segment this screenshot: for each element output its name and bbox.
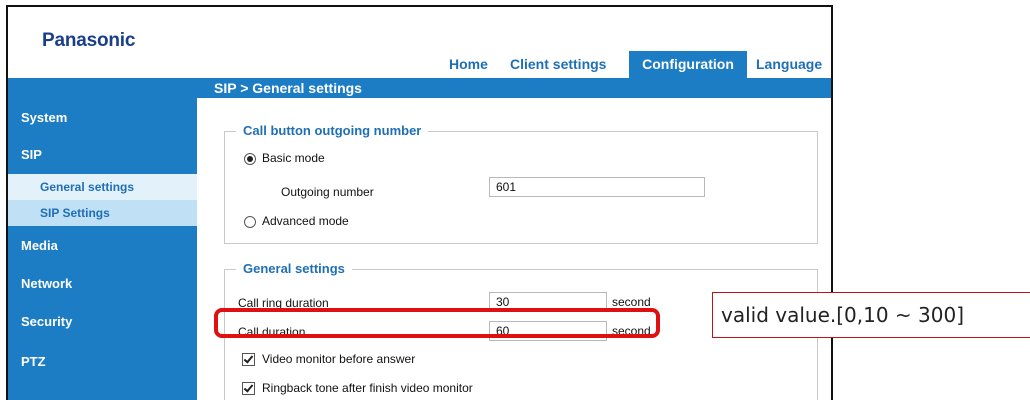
sidebar-item-label: Media xyxy=(21,238,58,253)
advanced-mode-radio[interactable] xyxy=(244,216,256,228)
outgoing-number-input[interactable] xyxy=(489,177,705,197)
video-monitor-label: Video monitor before answer xyxy=(262,352,416,366)
basic-mode-radio[interactable] xyxy=(244,153,256,165)
sidebar-item-system[interactable]: System xyxy=(8,98,197,136)
sidebar-subitem-label: SIP Settings xyxy=(40,206,110,220)
header-bar xyxy=(8,78,831,98)
nav-configuration[interactable]: Configuration xyxy=(629,51,747,78)
call-duration-highlight xyxy=(214,308,660,338)
group-legend: Call button outgoing number xyxy=(236,123,429,138)
sidebar-item-label: Network xyxy=(21,276,73,291)
page-title: SIP > General settings xyxy=(214,80,362,96)
sidebar-item-sip[interactable]: SIP xyxy=(8,136,197,172)
advanced-mode-label: Advanced mode xyxy=(262,214,349,228)
sidebar-item-security[interactable]: Security xyxy=(8,304,197,342)
sidebar-subitem-label: General settings xyxy=(40,180,135,194)
sidebar-item-label: Security xyxy=(21,314,73,329)
main-content: Call button outgoing number Basic mode O… xyxy=(197,98,831,400)
ringback-tone-label: Ringback tone after finish video monitor xyxy=(262,381,473,395)
call-ring-duration-unit: second xyxy=(612,295,651,309)
panasonic-logo: Panasonic xyxy=(42,30,136,51)
sidebar-item-media[interactable]: Media xyxy=(8,228,197,266)
sidebar-item-network[interactable]: Network xyxy=(8,266,197,304)
sidebar: System SIP General settings SIP Settings… xyxy=(8,98,197,400)
sidebar-item-ptz[interactable]: PTZ xyxy=(8,342,197,380)
browser-frame: Panasonic Home Client settings Configura… xyxy=(6,5,833,400)
valid-value-callout: valid value.[0,10 ~ 300] xyxy=(712,292,1030,338)
ringback-tone-checkbox[interactable] xyxy=(242,382,255,395)
sidebar-item-label: System xyxy=(21,110,68,125)
sidebar-item-label: SIP xyxy=(21,147,42,162)
nav-client-settings[interactable]: Client settings xyxy=(510,51,622,78)
sidebar-item-label: PTZ xyxy=(21,354,46,369)
outgoing-number-label: Outgoing number xyxy=(281,185,374,199)
nav-language[interactable]: Language xyxy=(756,51,831,78)
basic-mode-label: Basic mode xyxy=(262,151,325,165)
group-legend: General settings xyxy=(236,261,352,276)
sidebar-subitem-sip-settings[interactable]: SIP Settings xyxy=(8,200,197,226)
call-button-outgoing-number-group: Call button outgoing number Basic mode O… xyxy=(224,123,818,244)
nav-home[interactable]: Home xyxy=(449,51,499,78)
sidebar-subitem-general-settings[interactable]: General settings xyxy=(8,174,197,200)
video-monitor-checkbox[interactable] xyxy=(242,353,255,366)
